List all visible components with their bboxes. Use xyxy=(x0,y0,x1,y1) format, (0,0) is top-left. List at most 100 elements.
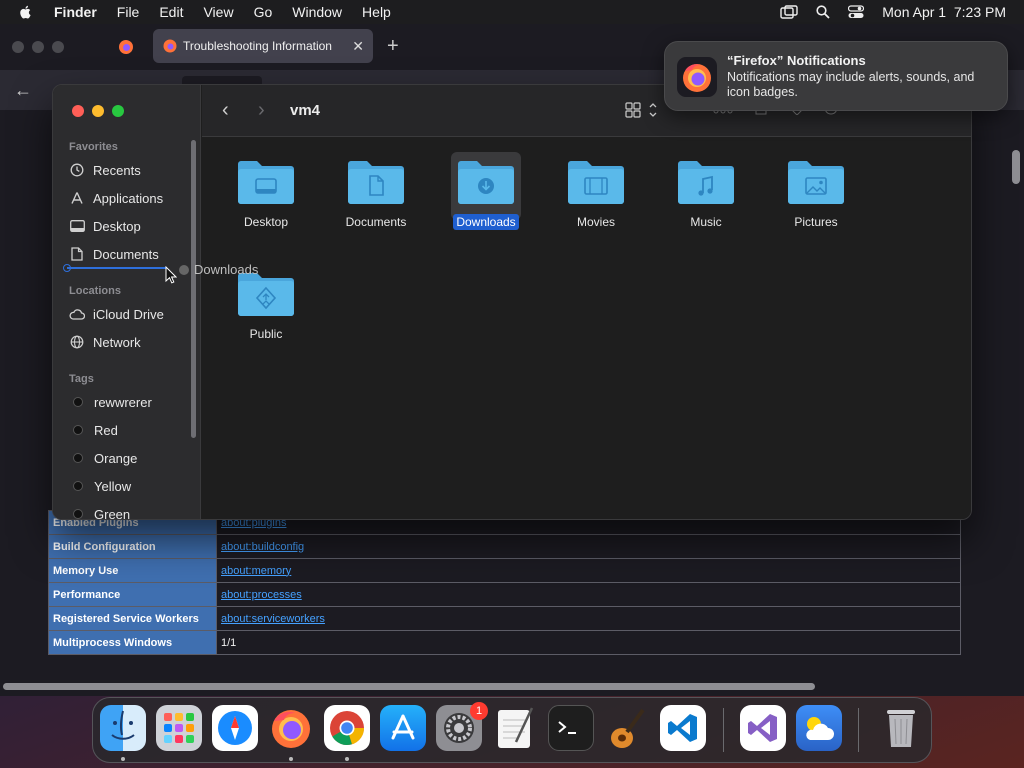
firefox-notification-banner[interactable]: “Firefox” Notifications Notifications ma… xyxy=(664,41,1008,111)
back-arrow-icon[interactable]: ← xyxy=(14,80,32,101)
about-link[interactable]: about:processes xyxy=(221,589,302,601)
window-title: vm4 xyxy=(290,102,321,119)
close-button[interactable] xyxy=(72,105,84,117)
cloud-icon xyxy=(69,306,85,322)
firefox-zoom-button[interactable] xyxy=(52,41,64,53)
dock-chrome-icon[interactable] xyxy=(324,705,370,751)
dock-launchpad-icon[interactable] xyxy=(156,705,202,751)
dock: 1 xyxy=(92,697,932,763)
tag-dot-icon xyxy=(73,397,83,407)
drag-ghost-downloads: Downloads xyxy=(179,262,258,277)
menu-file[interactable]: File xyxy=(117,4,140,20)
firefox-close-button[interactable] xyxy=(12,41,24,53)
dock-safari-icon[interactable] xyxy=(212,705,258,751)
notification-body: Notifications may include alerts, sounds… xyxy=(727,70,975,99)
about-link[interactable]: about:serviceworkers xyxy=(221,613,325,625)
system-settings-badge: 1 xyxy=(470,702,488,720)
page-horizontal-scrollbar[interactable] xyxy=(3,683,815,690)
sidebar-item-label: Green xyxy=(94,506,131,520)
menu-app-name[interactable]: Finder xyxy=(54,4,97,20)
sidebar-tag-green[interactable]: Green xyxy=(69,503,189,520)
menu-go[interactable]: Go xyxy=(254,4,273,20)
sidebar-item-recents[interactable]: Recents xyxy=(69,159,189,181)
sidebar-item-documents[interactable]: Documents xyxy=(69,243,189,265)
finder-sidebar: Favorites Recents Applications Desktop D… xyxy=(53,85,201,520)
sidebar-tag-red[interactable]: Red xyxy=(69,419,189,441)
dock-app-store-icon[interactable] xyxy=(380,705,426,751)
zoom-button[interactable] xyxy=(112,105,124,117)
tab-troubleshooting[interactable]: Troubleshooting Information ✕ xyxy=(153,29,373,63)
mouse-pointer-icon xyxy=(165,266,177,284)
dock-running-indicator xyxy=(289,757,293,761)
icon-view-toggle-icon[interactable] xyxy=(625,102,659,118)
sidebar-item-icloud-drive[interactable]: iCloud Drive xyxy=(69,303,189,325)
about-link[interactable]: about:memory xyxy=(221,565,291,577)
drag-ghost-label: Downloads xyxy=(194,262,259,277)
folder-documents[interactable]: Documents xyxy=(337,146,415,242)
minimize-button[interactable] xyxy=(92,105,104,117)
dock-visual-studio-icon[interactable] xyxy=(740,705,786,751)
sidebar-tag-rewwrerer[interactable]: rewwrerer xyxy=(69,391,189,413)
dock-separator xyxy=(723,708,724,752)
clock-icon xyxy=(69,162,85,178)
sidebar-section-tags: Tags xyxy=(69,373,94,385)
table-row: Build Configuration about:buildconfig xyxy=(48,534,961,559)
folder-desktop[interactable]: Desktop xyxy=(227,146,305,242)
dock-garageband-icon[interactable] xyxy=(604,705,650,751)
new-tab-icon[interactable]: + xyxy=(387,35,399,58)
dock-terminal-icon[interactable] xyxy=(548,705,594,751)
sidebar-item-label: Recents xyxy=(93,162,141,178)
table-key: Memory Use xyxy=(48,558,217,583)
folder-label: Public xyxy=(249,327,283,341)
sidebar-item-desktop[interactable]: Desktop xyxy=(69,215,189,237)
table-row: Performance about:processes xyxy=(48,582,961,607)
folder-pictures[interactable]: Pictures xyxy=(777,146,855,242)
menu-view[interactable]: View xyxy=(203,4,233,20)
folder-movies[interactable]: Movies xyxy=(557,146,635,242)
dock-weather-icon[interactable] xyxy=(796,705,842,751)
back-chevron-icon[interactable]: ‹ xyxy=(222,99,229,122)
sidebar-tag-orange[interactable]: Orange xyxy=(69,447,189,469)
menu-help[interactable]: Help xyxy=(362,4,391,20)
dock-firefox-icon[interactable] xyxy=(268,705,314,751)
sidebar-tag-yellow[interactable]: Yellow xyxy=(69,475,189,497)
menu-clock[interactable]: Mon Apr 1 7:23 PM xyxy=(882,4,1006,20)
dock-vscode-icon[interactable] xyxy=(660,705,706,751)
sidebar-item-label: Red xyxy=(94,422,118,438)
sidebar-item-label: Desktop xyxy=(93,218,141,234)
firefox-tab-icon xyxy=(163,39,177,53)
tag-dot-icon xyxy=(73,481,83,491)
tab-close-icon[interactable]: ✕ xyxy=(352,38,364,55)
sidebar-item-label: iCloud Drive xyxy=(93,306,164,322)
table-value: 1/1 xyxy=(216,630,961,655)
firefox-minimize-button[interactable] xyxy=(32,41,44,53)
control-center-icon[interactable] xyxy=(848,5,865,19)
firefox-view-icon[interactable] xyxy=(118,39,134,55)
dock-finder-icon[interactable] xyxy=(100,705,146,751)
page-vertical-scrollbar[interactable] xyxy=(1012,150,1020,184)
sidebar-item-applications[interactable]: Applications xyxy=(69,187,189,209)
sidebar-item-label: Network xyxy=(93,334,141,350)
folder-label: Desktop xyxy=(243,215,289,229)
menu-window[interactable]: Window xyxy=(292,4,342,20)
dock-trash-icon[interactable] xyxy=(878,705,924,751)
folder-label: Pictures xyxy=(794,215,838,229)
forward-chevron-icon[interactable]: › xyxy=(258,99,265,122)
folder-movies-icon xyxy=(568,161,624,204)
apple-icon[interactable] xyxy=(16,4,36,20)
table-key: Performance xyxy=(48,582,217,607)
sidebar-scrollbar[interactable] xyxy=(191,140,196,438)
table-key: Multiprocess Windows xyxy=(48,630,217,655)
screen-mirroring-icon[interactable] xyxy=(780,5,798,19)
spotlight-search-icon[interactable] xyxy=(816,5,830,19)
dock-textedit-icon[interactable] xyxy=(492,705,538,751)
menu-edit[interactable]: Edit xyxy=(159,4,183,20)
sidebar-item-network[interactable]: Network xyxy=(69,331,189,353)
about-link[interactable]: about:buildconfig xyxy=(221,541,304,553)
menu-bar: Finder File Edit View Go Window Help Mon… xyxy=(0,0,1024,24)
tag-dot-icon xyxy=(73,453,83,463)
folder-downloads[interactable]: Downloads xyxy=(447,146,525,242)
sidebar-item-label: Documents xyxy=(93,246,159,262)
folder-music[interactable]: Music xyxy=(667,146,745,242)
folder-label: Documents xyxy=(345,215,407,229)
